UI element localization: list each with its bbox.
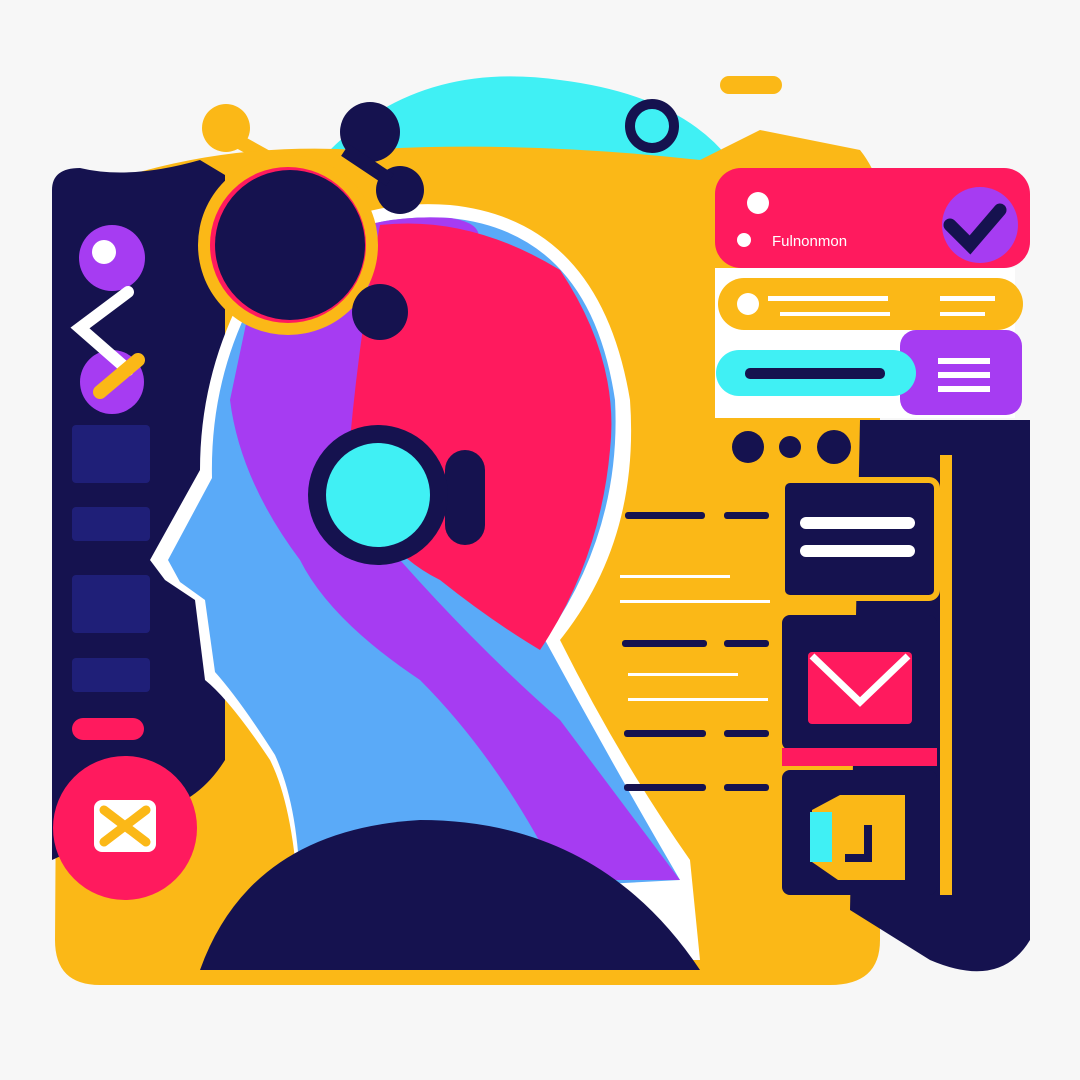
pager-dot[interactable] <box>817 430 851 464</box>
sidebar-item[interactable] <box>72 658 150 692</box>
pager-dot[interactable] <box>779 436 801 458</box>
illustration-canvas: Fulnonmon <box>0 0 1080 1080</box>
sidebar-item[interactable] <box>72 575 150 633</box>
ring-center <box>643 117 661 135</box>
thought-bubble <box>352 284 408 340</box>
card-divider <box>782 748 937 766</box>
search-line <box>745 368 885 379</box>
pager-dot[interactable] <box>732 431 764 463</box>
field-line <box>940 312 985 316</box>
top-dash <box>720 76 782 94</box>
card-dot <box>737 233 751 247</box>
avatar-dot <box>92 240 116 264</box>
card-dot <box>747 192 769 214</box>
menu-icon <box>938 358 990 364</box>
field-dot <box>737 293 759 315</box>
headphone-band <box>445 450 485 545</box>
sidebar-item[interactable] <box>72 507 150 541</box>
menu-icon-bar <box>938 372 990 378</box>
message-line <box>800 517 915 529</box>
thought-bubble-large <box>215 170 365 320</box>
field-line <box>768 296 888 301</box>
field-line <box>780 312 890 316</box>
message-card[interactable] <box>779 477 940 601</box>
card-rail <box>940 455 952 895</box>
sidebar-indicator <box>72 718 144 740</box>
menu-icon-bar <box>938 386 990 392</box>
headphone-cup <box>326 443 430 547</box>
sidebar-item[interactable] <box>72 425 150 483</box>
smile-accent <box>810 812 832 862</box>
card-label: Fulnonmon <box>772 233 847 250</box>
text-field[interactable] <box>718 278 1023 330</box>
field-line <box>940 296 995 301</box>
message-line <box>800 545 915 557</box>
